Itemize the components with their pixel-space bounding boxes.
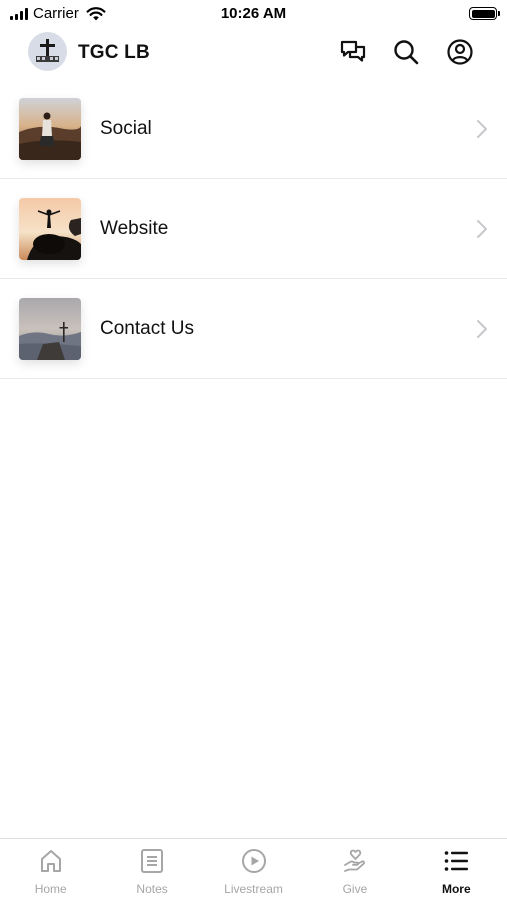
tab-more[interactable]: More — [406, 839, 507, 900]
user-circle-icon — [447, 39, 473, 65]
list-item-social[interactable]: Social — [0, 79, 507, 179]
notes-icon — [141, 849, 164, 873]
list-item-website[interactable]: Website — [0, 179, 507, 279]
tab-give[interactable]: Give — [304, 839, 405, 900]
profile-button[interactable] — [446, 38, 474, 66]
tab-livestream[interactable]: Livestream — [203, 839, 304, 900]
app-header: TGC LB — [0, 32, 507, 74]
bottom-tab-bar: Home Notes Livestream Give More — [0, 838, 507, 900]
give-hand-heart-icon — [344, 849, 365, 872]
status-bar: Carrier 10:26 AM — [0, 0, 507, 28]
list-icon — [445, 851, 469, 871]
more-menu-list: Social Website Contact Us — [0, 79, 507, 379]
tab-label: Notes — [136, 882, 168, 896]
search-icon — [394, 40, 419, 65]
list-item-label: Website — [100, 218, 169, 239]
tab-label: Livestream — [224, 882, 283, 896]
church-logo-avatar[interactable] — [28, 32, 67, 71]
app-title: TGC LB — [78, 42, 150, 63]
tab-home[interactable]: Home — [0, 839, 101, 900]
chevron-right-icon — [477, 320, 487, 338]
tab-label: Home — [34, 882, 67, 896]
tab-label: Give — [342, 882, 368, 896]
list-item-label: Social — [100, 118, 152, 139]
battery-icon — [469, 7, 500, 20]
chevron-right-icon — [477, 120, 487, 138]
chat-bubbles-icon — [340, 40, 366, 62]
chat-button[interactable] — [339, 38, 367, 66]
contact-us-thumbnail — [19, 298, 81, 360]
social-thumbnail — [19, 98, 81, 160]
list-item-label: Contact Us — [100, 318, 194, 339]
search-button[interactable] — [392, 38, 420, 66]
home-icon — [40, 850, 61, 872]
play-circle-icon — [241, 849, 266, 873]
app-screen: Carrier 10:26 AM TGC LB Social Website C… — [0, 0, 507, 900]
tab-label: More — [441, 882, 471, 896]
website-thumbnail — [19, 198, 81, 260]
list-item-contact-us[interactable]: Contact Us — [0, 279, 507, 379]
status-time: 10:26 AM — [220, 5, 287, 22]
cross-logo-icon — [36, 39, 59, 62]
chevron-right-icon — [477, 220, 487, 238]
tab-notes[interactable]: Notes — [101, 839, 202, 900]
